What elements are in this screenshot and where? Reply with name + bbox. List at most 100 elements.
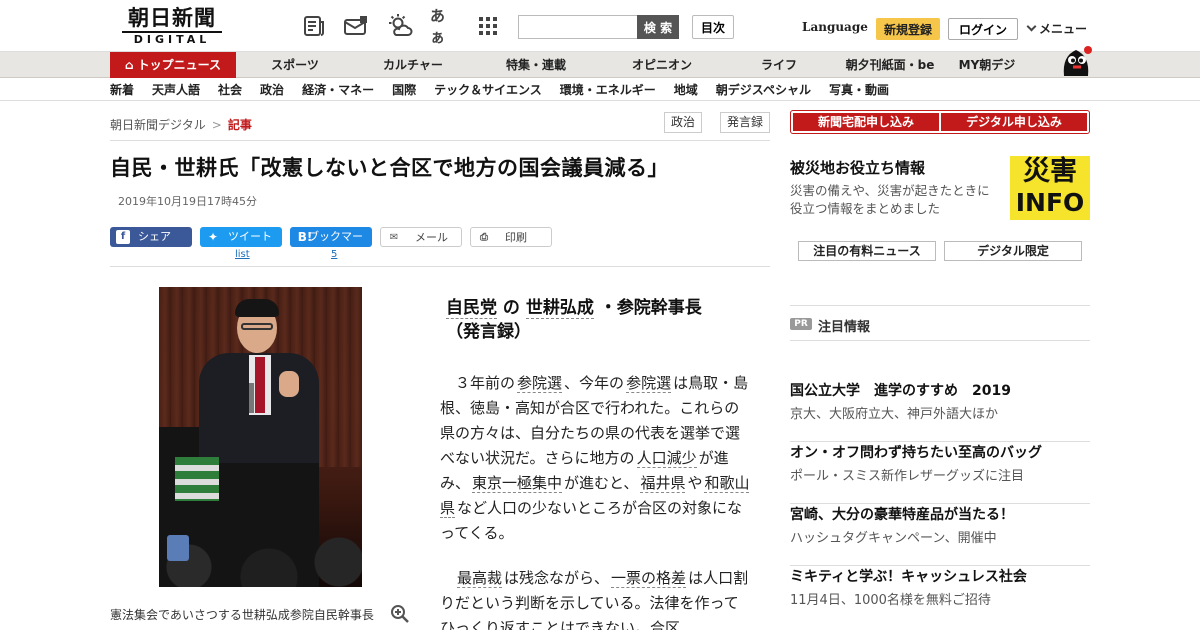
share-label: シェア: [138, 230, 171, 243]
topic-link[interactable]: 参院選: [626, 374, 672, 393]
hatena-count[interactable]: 5: [331, 249, 337, 260]
language-link[interactable]: Language: [802, 20, 868, 34]
home-delivery-subscribe-button[interactable]: 新聞宅配申し込み: [793, 113, 939, 131]
nav-life[interactable]: ライフ: [724, 52, 834, 78]
register-button[interactable]: 新規登録: [876, 18, 940, 40]
search-button[interactable]: 検 索: [637, 15, 679, 39]
divider: [110, 140, 770, 141]
pr-item-title: 国公立大学 進学のすすめ 2019: [790, 383, 1011, 399]
breadcrumb-separator: >: [211, 118, 222, 132]
subnav-item[interactable]: 経済・マネー: [302, 79, 374, 101]
subnav-item[interactable]: 写真・動画: [829, 79, 889, 101]
article-photo[interactable]: [159, 287, 362, 587]
chevron-down-icon: [1026, 21, 1037, 32]
breadcrumb-home[interactable]: 朝日新聞デジタル: [110, 118, 206, 132]
topic-link[interactable]: 最高裁: [457, 569, 503, 588]
subnav-item[interactable]: 天声人語: [152, 79, 200, 101]
tag-politics[interactable]: 政治: [664, 112, 703, 133]
mascot-icon[interactable]: [1058, 42, 1094, 78]
site-logo[interactable]: 朝日新聞 DIGITAL: [116, 6, 228, 48]
nav-opinion[interactable]: オピニオン: [600, 52, 724, 78]
subnav-item[interactable]: 国際: [392, 79, 416, 101]
subnav-item[interactable]: 環境・エネルギー: [560, 79, 656, 101]
facebook-icon: f: [116, 230, 130, 244]
topic-link[interactable]: 一票の格差: [611, 569, 687, 588]
nav-top-news[interactable]: ⌂ トップニュース: [110, 52, 236, 78]
tag-remarks[interactable]: 発言録: [720, 112, 771, 133]
envelope-icon: ✉: [389, 232, 399, 243]
subnav-item[interactable]: 政治: [260, 79, 284, 101]
subnav-item[interactable]: 地域: [674, 79, 698, 101]
photo-caption: 憲法集会であいさつする世耕弘成参院自民幹事長: [110, 608, 374, 622]
pr-list-item[interactable]: ミキティと学ぶ！キャッシュレス社会 11月4日、1000名様を無料ご招待: [790, 566, 1090, 628]
pr-item-title: オン・オフ問わず持ちたい至高のバッグ: [790, 445, 1042, 461]
topic-link[interactable]: 参院選: [517, 374, 563, 393]
nav-culture[interactable]: カルチャー: [354, 52, 472, 78]
article-timestamp: 2019年10月19日17時45分: [118, 195, 257, 208]
article-paragraph: 最高裁 は残念ながら、 一票の格差 は人口割りだという判断を示している。法律を作ってひ…: [440, 569, 749, 630]
twitter-share-button[interactable]: ✦ ツイート: [200, 227, 282, 247]
breadcrumb-current: 記事: [227, 118, 252, 132]
site-header: 朝日新聞 DIGITAL あぁ 検 索 目次 Language 新規登録 ログイ…: [0, 0, 1200, 52]
home-icon: ⌂: [125, 58, 134, 72]
digital-only-button[interactable]: デジタル限定: [944, 241, 1082, 261]
subscribe-box: 新聞宅配申し込み デジタル申し込み: [790, 110, 1090, 134]
font-size-icon[interactable]: あぁ: [430, 7, 458, 46]
pr-list-item[interactable]: オン・オフ問わず持ちたい至高のバッグ ポール・スミス新作レザーグッズに注目: [790, 442, 1090, 504]
login-button[interactable]: ログイン: [948, 18, 1018, 40]
nav-paper[interactable]: 朝夕刊紙面・be: [834, 52, 946, 78]
search-input[interactable]: [519, 16, 637, 38]
nav-sports[interactable]: スポーツ: [236, 52, 354, 78]
secondary-nav: 新着 天声人語 社会 政治 経済・マネー 国際 テック＆サイエンス 環境・エネル…: [0, 79, 1200, 101]
share-label: メール: [415, 231, 448, 244]
nav-features[interactable]: 特集・連載: [472, 52, 600, 78]
nav-label: トップニュース: [137, 58, 221, 72]
pr-list-item[interactable]: 宮崎、大分の豪華特産品が当たる！ ハッシュタグキャンペーン、開催中: [790, 504, 1090, 566]
twitter-count[interactable]: list: [235, 249, 250, 260]
share-label: 印刷: [505, 231, 527, 244]
pr-badge: PR: [790, 318, 812, 330]
topic-link[interactable]: 東京一極集中: [472, 474, 563, 493]
topic-link[interactable]: 人口減少: [636, 449, 697, 468]
logo-digital: DIGITAL: [122, 31, 222, 47]
toc-button[interactable]: 目次: [692, 15, 734, 39]
share-label: ブックマーク: [308, 230, 363, 263]
topic-link[interactable]: 自民党: [446, 298, 497, 319]
divider: [790, 340, 1090, 341]
facebook-share-button[interactable]: f シェア: [110, 227, 192, 247]
menu-button[interactable]: メニュー: [1026, 20, 1088, 37]
primary-nav: ⌂ トップニュース スポーツ カルチャー 特集・連載 オピニオン ライフ 朝夕刊紙…: [0, 52, 1200, 78]
search-box: 検 索: [518, 15, 679, 39]
nav-my-asadigi[interactable]: MY朝デジ: [946, 52, 1028, 78]
zoom-in-icon[interactable]: [390, 604, 410, 624]
share-label: ツイート: [228, 230, 272, 243]
subnav-item[interactable]: テック＆サイエンス: [434, 79, 542, 101]
grid-menu-icon[interactable]: [474, 12, 502, 40]
weather-icon[interactable]: [386, 12, 414, 40]
pr-item-subtitle: ハッシュタグキャンペーン、開催中: [790, 531, 997, 546]
newspaper-icon[interactable]: [300, 12, 328, 40]
pr-list-item[interactable]: 国公立大学 進学のすすめ 2019 京大、大阪府立大、神戸外語大ほか: [790, 380, 1090, 442]
article-lead: 自民党 の 世耕弘成 ・参院幹事長 （発言録）: [446, 298, 702, 342]
banner-info: INFO: [1015, 188, 1085, 217]
article-headline: 自民・世耕氏「改憲しないと合区で地方の国会議員減る」: [110, 156, 669, 180]
subnav-item[interactable]: 社会: [218, 79, 242, 101]
pr-item-subtitle: 京大、大阪府立大、神戸外語大ほか: [790, 407, 999, 422]
disaster-info-title[interactable]: 被災地お役立ち情報: [790, 157, 925, 178]
disaster-info-banner[interactable]: 災害 INFO: [1010, 156, 1090, 220]
paid-news-button[interactable]: 注目の有料ニュース: [798, 241, 936, 261]
topic-link[interactable]: 福井県: [640, 474, 686, 493]
divider: [110, 266, 770, 267]
menu-label: メニュー: [1039, 22, 1088, 36]
divider: [790, 305, 1090, 306]
print-button[interactable]: ⎙ 印刷: [470, 227, 552, 247]
subnav-item[interactable]: 朝デジスペシャル: [716, 79, 811, 101]
subnav-item[interactable]: 新着: [110, 79, 134, 101]
twitter-icon: ✦: [207, 230, 219, 244]
pr-item-subtitle: 11月4日、1000名様を無料ご招待: [790, 593, 991, 608]
digital-subscribe-button[interactable]: デジタル申し込み: [941, 113, 1087, 131]
mail-icon[interactable]: [342, 12, 370, 40]
mail-share-button[interactable]: ✉ メール: [380, 227, 462, 247]
topic-link[interactable]: 世耕弘成: [525, 298, 594, 319]
hatena-bookmark-button[interactable]: B! ブックマーク: [290, 227, 372, 263]
